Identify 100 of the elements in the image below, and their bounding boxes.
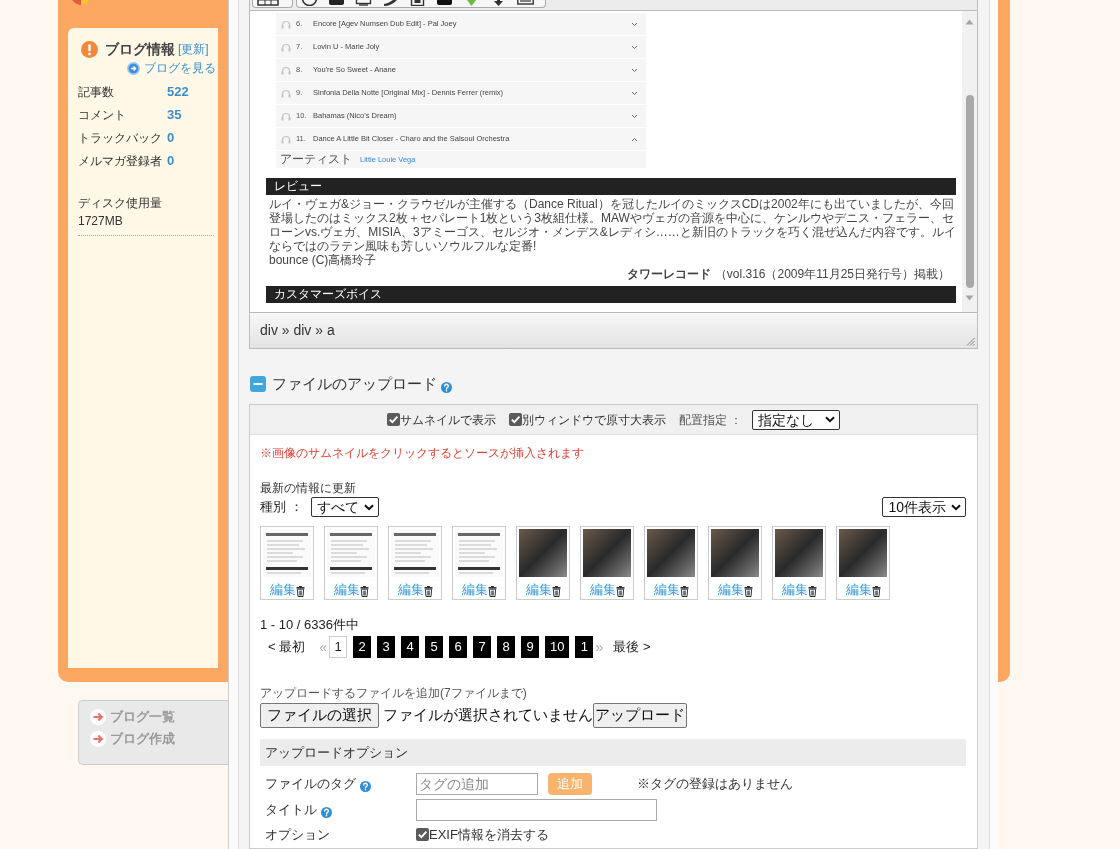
customer-voice-heading: カスタマーズボイス (266, 286, 956, 303)
checkbox-label[interactable]: 別ウィンドウで原寸大表示 (521, 410, 666, 429)
disk-usage-label: ディスク使用量 (78, 195, 163, 212)
upload-hint: アップロードするファイルを追加(7ファイルまで) (260, 686, 528, 700)
stat-label: トラックバック (78, 129, 163, 147)
page-button[interactable]: 6 (449, 636, 467, 658)
last-page-link[interactable]: 最後 > (613, 637, 651, 657)
chevron-down-icon[interactable] (631, 67, 638, 73)
chevron-up-icon[interactable] (631, 136, 638, 142)
photo-placeholder (647, 529, 695, 577)
caret-icon (363, 503, 374, 511)
review-source: タワーレコード （vol.316（2009年11月25日発行号）掲載） (626, 267, 951, 281)
first-page-link[interactable]: < 最初 (268, 637, 306, 657)
trash-icon[interactable] (487, 586, 497, 597)
photo-placeholder (839, 529, 887, 577)
panel-title: ブログ情報 (105, 40, 175, 58)
checkbox-label[interactable]: サムネイルで表示 (399, 410, 496, 429)
exclamation-icon (81, 40, 98, 58)
option-label: オプション (265, 825, 330, 844)
page-button[interactable]: 7 (473, 636, 491, 658)
trash-icon[interactable] (359, 586, 369, 597)
checkbox[interactable] (386, 413, 400, 426)
option-label: タイトル (265, 800, 317, 819)
review-text: ルイ・ヴェガ&ジョー・クラウゼルが主催する（Dance Ritual）を冠したルイのミックスCDは2002年にも出ていましたが、今回登場したのはミックス2枚＋セパレート1枚という3枚組仕様。MAWやヴェガの音源を中心に、ケンルウやデニス・フェラー、セローンvs.ヴェガ、MISIA、3アミーゴス、セルジオ・メンデス&レディシ……と新旧のトラックを巧く混ぜ込んだ内容です。ルイならではのラテン風味も芳しいソウルフルな定番! (268, 197, 956, 253)
review-credit: bounce (C)高橋玲子 (268, 253, 378, 267)
stat-label: 記事数 (78, 83, 115, 101)
filter-label: 種別 ： (260, 498, 303, 517)
stat-label: メルマガ登録者 (78, 152, 163, 170)
trash-icon[interactable] (615, 586, 625, 597)
headphones-icon (281, 65, 291, 75)
option-label: ファイルのタグ (265, 774, 356, 793)
dropdown[interactable]: すべて (310, 497, 379, 517)
dropdown[interactable]: 指定なし (752, 409, 841, 430)
frame-icon[interactable] (355, 0, 372, 6)
checkbox[interactable] (508, 413, 522, 426)
tag-note: ※タグの登録はありません (637, 774, 793, 793)
clipboard-icon[interactable] (409, 0, 426, 6)
scrollbar[interactable] (962, 11, 977, 312)
trash-icon[interactable] (871, 586, 881, 597)
headphones-icon (281, 42, 291, 52)
keyboard-icon[interactable] (517, 0, 534, 6)
page-button[interactable]: 4 (401, 636, 419, 658)
minus-icon[interactable] (250, 376, 266, 392)
disk-usage-value: 1727MB (78, 213, 124, 230)
title-input[interactable] (416, 798, 657, 821)
photo-placeholder (519, 529, 567, 577)
photo-placeholder (775, 529, 823, 577)
photo-placeholder (711, 529, 759, 577)
upload-button[interactable]: アップロード (593, 703, 687, 728)
stat-value: 0 (167, 128, 175, 147)
help-icon[interactable] (321, 807, 332, 818)
grid-icon[interactable] (257, 0, 279, 6)
review-heading: レビュー (266, 178, 956, 195)
caret-icon (825, 416, 836, 423)
trash-icon[interactable] (551, 586, 561, 597)
page-button[interactable]: 10 (545, 636, 570, 658)
curve-icon[interactable] (382, 0, 399, 6)
stat-label: コメント (78, 106, 127, 124)
caret-icon (951, 503, 961, 511)
stat-value: 0 (167, 151, 175, 170)
resize-grip-icon[interactable] (966, 337, 975, 346)
headphones-icon (281, 111, 291, 121)
page-button[interactable]: 2 (353, 636, 371, 658)
help-icon[interactable] (441, 382, 452, 393)
page-button[interactable]: 3 (377, 636, 395, 658)
trash-icon[interactable] (743, 586, 753, 597)
options-heading: アップロードオプション (260, 739, 966, 766)
page-button[interactable]: 9 (521, 636, 539, 658)
view-blog-link[interactable]: ブログを見る (144, 61, 216, 76)
refresh-link[interactable]: [更新] (178, 42, 209, 57)
checkbox[interactable] (416, 828, 429, 841)
help-icon[interactable] (360, 781, 371, 792)
trash-icon[interactable] (295, 586, 305, 597)
dropdown[interactable]: 10件表示 (882, 497, 966, 517)
chevron-down-icon[interactable] (631, 113, 638, 119)
stat-value: 522 (167, 82, 189, 101)
trash-icon[interactable] (679, 586, 689, 597)
result-count: 1 - 10 / 6336件中 (260, 617, 360, 632)
element-path: div » div » a (260, 321, 335, 340)
choose-file-button[interactable]: ファイルの選択 (260, 703, 379, 728)
chevron-down-icon[interactable] (631, 90, 638, 96)
checkbox-label[interactable]: EXIF情報を消去する (429, 824, 549, 845)
detail-label: アーティスト (280, 152, 353, 167)
tag-input[interactable]: タグの追加 (416, 772, 538, 795)
trash-icon[interactable] (807, 586, 817, 597)
placement-label: 配置指定 ： (678, 411, 743, 429)
page-button[interactable]: 1 (575, 636, 594, 658)
chevron-down-icon[interactable] (631, 44, 638, 50)
headphones-icon (281, 19, 291, 29)
page-button[interactable]: 5 (425, 636, 443, 658)
arrow-circle-icon[interactable] (127, 62, 140, 75)
headphones-icon (281, 134, 291, 144)
trash-icon[interactable] (423, 586, 433, 597)
refresh-link[interactable]: 最新の情報に更新 (260, 481, 356, 496)
page-button[interactable]: 8 (497, 636, 515, 658)
section-title: ファイルのアップロード (272, 373, 437, 394)
page-button[interactable]: 1 (329, 636, 347, 658)
notice-text: ※画像のサムネイルをクリックするとソースが挿入されます (260, 446, 585, 461)
chevron-down-icon[interactable] (631, 21, 638, 27)
scrollbar-thumb[interactable] (965, 95, 974, 288)
